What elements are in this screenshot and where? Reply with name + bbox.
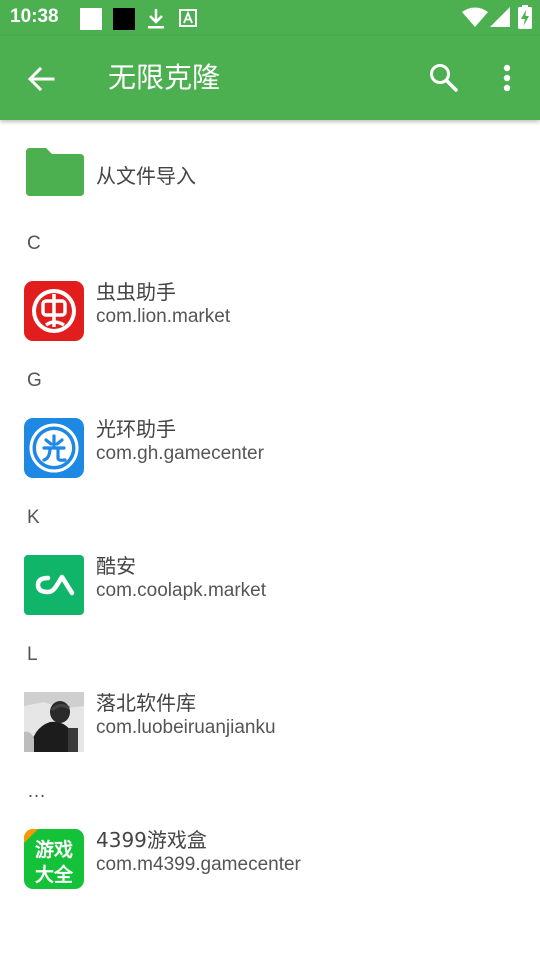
import-from-file-label: 从文件导入	[96, 164, 196, 188]
app-item-chongchong[interactable]: 虫虫助手 com.lion.market	[0, 276, 540, 356]
section-header-other: …	[27, 781, 46, 802]
chongchong-icon	[24, 281, 84, 341]
white-square-icon	[80, 8, 102, 30]
app-package: com.luobeiruanjianku	[96, 717, 276, 738]
search-icon[interactable]	[428, 62, 460, 94]
arrow-back-icon[interactable]	[26, 64, 56, 94]
folder-icon	[26, 148, 84, 196]
wifi-icon	[462, 7, 488, 27]
black-square-icon	[113, 8, 135, 30]
section-header-g: G	[27, 370, 42, 391]
app-package: com.lion.market	[96, 306, 231, 327]
signal-icon	[490, 7, 510, 27]
4399-icon: 游戏 大全	[24, 829, 84, 889]
coolapk-icon	[24, 555, 84, 615]
photo-avatar-icon	[24, 692, 84, 752]
app-name: 酷安	[96, 554, 136, 578]
app-name: 虫虫助手	[96, 280, 176, 304]
app-package: com.m4399.gamecenter	[96, 854, 301, 875]
section-header-l: L	[27, 644, 38, 665]
app-name: 光环助手	[96, 417, 176, 441]
battery-charging-icon	[518, 5, 532, 29]
page-title: 无限克隆	[108, 61, 221, 94]
import-from-file-row[interactable]: 从文件导入	[0, 140, 540, 208]
app-name: 落北软件库	[96, 691, 196, 715]
more-vert-icon[interactable]	[494, 62, 520, 94]
app-package: com.gh.gamecenter	[96, 443, 264, 464]
app-item-luobei[interactable]: 落北软件库 com.luobeiruanjianku	[0, 687, 540, 767]
status-bar: 10:38	[0, 0, 540, 36]
download-icon	[148, 9, 164, 29]
app-name: 4399游戏盒	[96, 828, 207, 852]
section-header-k: K	[27, 507, 40, 528]
app-bar: 无限克隆	[0, 36, 540, 120]
status-time: 10:38	[10, 6, 59, 27]
app-item-coolapk[interactable]: 酷安 com.coolapk.market	[0, 550, 540, 630]
a-badge-icon	[179, 9, 197, 27]
4399-icon-text-line1: 游戏	[35, 838, 73, 861]
4399-icon-text-line2: 大全	[35, 863, 74, 886]
guanghuan-icon	[24, 418, 84, 478]
app-item-guanghuan[interactable]: 光环助手 com.gh.gamecenter	[0, 413, 540, 493]
app-package: com.coolapk.market	[96, 580, 267, 601]
section-header-c: C	[27, 233, 41, 254]
app-item-4399[interactable]: 游戏 大全 4399游戏盒 com.m4399.gamecenter	[0, 824, 540, 904]
